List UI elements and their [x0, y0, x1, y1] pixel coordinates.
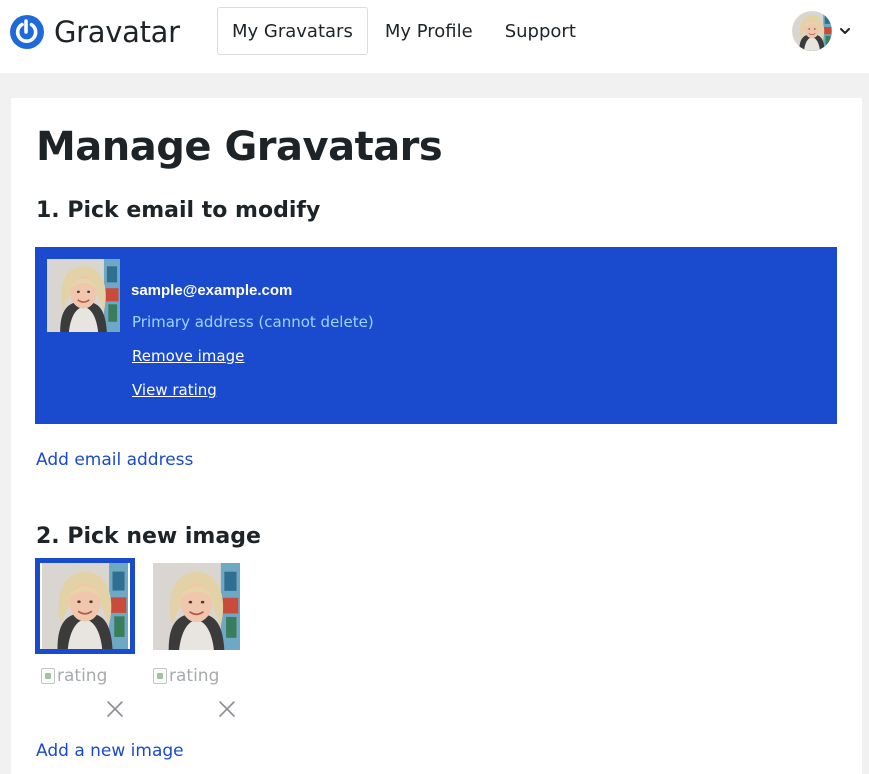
top-navigation-bar: Gravatar My Gravatars My Profile Support [0, 0, 869, 66]
broken-image-icon [41, 668, 55, 684]
delete-image-button[interactable] [216, 698, 238, 720]
close-icon [219, 701, 235, 717]
chevron-down-icon[interactable] [838, 24, 852, 38]
broken-image-icon [153, 668, 167, 684]
image-thumbnail[interactable] [153, 563, 240, 650]
rating-alt-text: rating [57, 666, 108, 686]
primary-address-note: Primary address (cannot delete) [132, 313, 374, 331]
view-rating-link[interactable]: View rating [132, 381, 217, 399]
logo-text: Gravatar [54, 15, 180, 49]
add-email-address-link[interactable]: Add email address [36, 450, 193, 470]
rating-image: rating [153, 666, 219, 686]
gravatar-logo-icon [10, 15, 44, 49]
close-icon [107, 701, 123, 717]
nav-my-gravatars[interactable]: My Gravatars [217, 7, 368, 55]
email-address: sample@example.com [131, 282, 293, 299]
main-nav: My Gravatars My Profile Support [217, 7, 591, 55]
gravatar-image [40, 563, 130, 649]
gravatar-logo[interactable]: Gravatar [10, 14, 180, 50]
rating-alt-text: rating [169, 666, 220, 686]
rating-image: rating [41, 666, 107, 686]
page-title: Manage Gravatars [36, 124, 443, 170]
avatar-image [792, 11, 832, 51]
email-gravatar-image [47, 259, 120, 332]
nav-support[interactable]: Support [490, 7, 591, 55]
remove-image-link[interactable]: Remove image [132, 347, 244, 365]
add-new-image-link[interactable]: Add a new image [36, 741, 184, 761]
image-thumbnail-selected[interactable] [35, 558, 135, 654]
user-menu[interactable] [792, 11, 852, 51]
email-row-selected[interactable]: sample@example.com Primary address (cann… [35, 247, 837, 424]
gravatar-image [153, 563, 240, 650]
nav-my-profile[interactable]: My Profile [370, 7, 488, 55]
section-heading-pick-image: 2. Pick new image [36, 524, 261, 549]
section-heading-pick-email: 1. Pick email to modify [36, 198, 321, 223]
avatar[interactable] [792, 11, 832, 51]
delete-image-button[interactable] [104, 698, 126, 720]
